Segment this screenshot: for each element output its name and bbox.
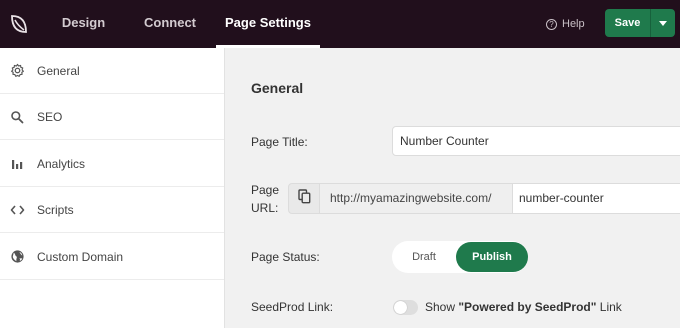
save-button-group: Save: [605, 9, 675, 37]
seedprod-powered-text: "Powered by SeedProd": [458, 300, 597, 314]
page-settings-panel: General Page Title: Number Counter Page …: [226, 48, 680, 328]
copy-url-button[interactable]: [288, 183, 320, 214]
caret-down-icon: [659, 20, 667, 26]
sidebar-item-seo[interactable]: SEO: [0, 94, 224, 140]
page-title-input[interactable]: Number Counter: [392, 126, 680, 156]
sidebar-item-label: Scripts: [37, 202, 74, 217]
section-title: General: [251, 80, 304, 96]
settings-sidebar: General SEO Analytics Scripts Custom Dom…: [0, 48, 225, 328]
switch-knob: [394, 301, 407, 314]
sidebar-item-label: Custom Domain: [37, 249, 124, 264]
sidebar-item-custom-domain[interactable]: Custom Domain: [0, 234, 224, 280]
seedprod-link-label: SeedProd Link:: [251, 300, 334, 314]
tab-page-settings-label: Page Settings: [225, 15, 311, 30]
question-circle-icon: ?: [546, 18, 557, 30]
tab-connect[interactable]: Connect: [140, 0, 200, 48]
save-button[interactable]: Save: [605, 9, 650, 37]
globe-icon: [9, 249, 25, 265]
tab-page-settings[interactable]: Page Settings: [216, 0, 320, 48]
page-url-field: http://myamazingwebsite.com/ number-coun…: [288, 183, 680, 214]
bar-chart-icon: [9, 156, 25, 172]
help-link[interactable]: ? Help: [546, 16, 585, 32]
tab-design[interactable]: Design: [56, 0, 111, 48]
page-url-label-line2: URL:: [251, 201, 279, 215]
tab-connect-label: Connect: [144, 15, 196, 30]
sidebar-item-label: Analytics: [37, 156, 86, 171]
copy-icon: [297, 188, 311, 209]
page-status-label: Page Status:: [251, 250, 320, 264]
page-title-label: Page Title:: [251, 135, 308, 149]
tab-design-label: Design: [61, 15, 106, 30]
sidebar-item-analytics[interactable]: Analytics: [0, 141, 224, 187]
seedprod-link-switch[interactable]: [393, 300, 418, 315]
page-url-label-line1: Page: [251, 183, 280, 197]
code-icon: [9, 202, 25, 218]
save-options-dropdown[interactable]: [651, 9, 675, 37]
page-url-base: http://myamazingwebsite.com/: [320, 183, 513, 214]
sidebar-item-label: SEO: [37, 109, 63, 124]
top-bar: Design Connect Page Settings ? Help Save: [0, 0, 680, 48]
seedprod-logo-icon[interactable]: [0, 0, 38, 48]
page-status-toggle: Draft Publish: [392, 241, 528, 273]
page-url-slug-input[interactable]: number-counter: [513, 183, 680, 214]
gear-icon: [9, 63, 25, 79]
seedprod-link-word: Link: [596, 300, 622, 314]
seedprod-show-text: Show: [425, 300, 459, 314]
help-label: Help: [562, 18, 585, 30]
seedprod-link-description: Show "Powered by SeedProd" Link: [425, 300, 622, 314]
sidebar-item-label: General: [37, 63, 80, 78]
sidebar-item-scripts[interactable]: Scripts: [0, 187, 224, 233]
status-draft-option[interactable]: Draft: [392, 241, 456, 273]
sidebar-item-general[interactable]: General: [0, 48, 224, 94]
search-icon: [9, 109, 25, 125]
status-publish-option[interactable]: Publish: [456, 242, 528, 272]
